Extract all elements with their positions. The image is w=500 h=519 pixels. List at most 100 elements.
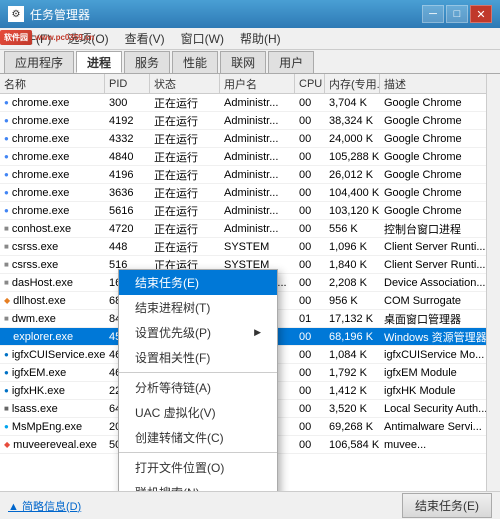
ctx-priority[interactable]: 设置优先级(P)▶ [119,320,277,345]
col-header-cpu[interactable]: CPU [295,74,325,93]
ctx-end-tree[interactable]: 结束进程树(T) [119,295,277,320]
title-controls[interactable]: ─ □ ✕ [422,5,492,23]
tab-processes[interactable]: 进程 [76,51,122,73]
process-name-text: dllhost.exe [13,295,66,307]
col-header-status[interactable]: 状态 [150,74,220,93]
process-desc: Google Chrome [380,148,500,165]
tab-services[interactable]: 服务 [124,51,170,73]
process-desc: igfxHK Module [380,382,500,399]
ctx-search-online[interactable]: 联机搜索(N) [119,480,277,491]
ctx-affinity[interactable]: 设置相关性(F) [119,345,277,370]
process-pid: 3636 [105,184,150,201]
col-header-mem[interactable]: 内存(专用... [325,74,380,93]
process-pid: 448 [105,238,150,255]
end-task-button[interactable]: 结束任务(E) [402,493,492,518]
process-icon: ● [4,350,9,359]
col-header-pid[interactable]: PID [105,74,150,93]
process-user: Administr... [220,220,295,237]
process-mem: 1,792 K [325,364,380,381]
process-cpu: 00 [295,256,325,273]
process-cpu: 00 [295,292,325,309]
title-bar-left: ⚙ 任务管理器 [8,6,90,23]
process-name-text: chrome.exe [12,133,69,145]
submenu-arrow: ▶ [254,327,261,338]
tab-performance[interactable]: 性能 [172,51,218,73]
process-icon: ● [4,188,9,197]
process-user: Administr... [220,130,295,147]
process-mem: 68,196 K [325,328,380,345]
col-header-user[interactable]: 用户名 [220,74,295,93]
process-cpu: 01 [295,310,325,327]
ctx-uac[interactable]: UAC 虚拟化(V) [119,400,277,425]
process-icon: ● [4,206,9,215]
table-row[interactable]: ● chrome.exe 300 正在运行 Administr... 00 3,… [0,94,500,112]
process-mem: 956 K [325,292,380,309]
menu-help[interactable]: 帮助(H) [232,28,289,49]
ctx-dump[interactable]: 创建转储文件(C) [119,425,277,450]
table-row[interactable]: ■ csrss.exe 448 正在运行 SYSTEM 00 1,096 K C… [0,238,500,256]
process-name-text: conhost.exe [12,223,71,235]
process-user: Administr... [220,184,295,201]
process-cpu: 00 [295,184,325,201]
table-row[interactable]: ● chrome.exe 4840 正在运行 Administr... 00 1… [0,148,500,166]
ctx-analyze[interactable]: 分析等待链(A) [119,375,277,400]
process-icon: ● [4,152,9,161]
table-row[interactable]: ● chrome.exe 4196 正在运行 Administr... 00 2… [0,166,500,184]
ctx-open-location[interactable]: 打开文件位置(O) [119,455,277,480]
process-name: ● chrome.exe [0,166,105,183]
table-row[interactable]: ● chrome.exe 5616 正在运行 Administr... 00 1… [0,202,500,220]
process-name-text: chrome.exe [12,205,69,217]
table-row[interactable]: ■ conhost.exe 4720 正在运行 Administr... 00 … [0,220,500,238]
process-name-text: igfxCUIService.exe [12,349,105,361]
minimize-button[interactable]: ─ [422,5,444,23]
scrollbar[interactable] [486,74,500,491]
process-status: 正在运行 [150,148,220,165]
tab-applications[interactable]: 应用程序 [4,51,74,73]
process-name: ■ csrss.exe [0,256,105,273]
window-title: 任务管理器 [30,6,90,23]
menu-file[interactable]: 文件(F) [4,28,59,49]
process-icon: ◆ [4,296,10,305]
process-icon: ■ [4,278,9,287]
process-mem: 3,520 K [325,400,380,417]
process-user: Administr... [220,94,295,111]
process-mem: 556 K [325,220,380,237]
process-name: ■ dwm.exe [0,310,105,327]
process-icon: ■ [4,404,9,413]
process-cpu: 00 [295,418,325,435]
process-name: ● igfxHK.exe [0,382,105,399]
table-row[interactable]: ● chrome.exe 3636 正在运行 Administr... 00 1… [0,184,500,202]
process-desc: 控制台窗口进程 [380,220,500,237]
process-icon: ◆ [4,332,10,341]
process-name: ● igfxCUIService.exe [0,346,105,363]
process-desc: Google Chrome [380,184,500,201]
process-desc: Device Association... [380,274,500,291]
process-mem: 69,268 K [325,418,380,435]
table-row[interactable]: ● chrome.exe 4192 正在运行 Administr... 00 3… [0,112,500,130]
simple-info-link[interactable]: ▲ 简略信息(D) [8,498,81,514]
table-row[interactable]: ● chrome.exe 4332 正在运行 Administr... 00 2… [0,130,500,148]
title-bar: ⚙ 任务管理器 ─ □ ✕ [0,0,500,28]
tab-users[interactable]: 用户 [268,51,314,73]
process-cpu: 00 [295,328,325,345]
ctx-end-task[interactable]: 结束任务(E) [119,270,277,295]
process-status: 正在运行 [150,112,220,129]
process-pid: 4720 [105,220,150,237]
col-header-name[interactable]: 名称 [0,74,105,93]
process-mem: 105,288 K [325,148,380,165]
process-name: ● chrome.exe [0,112,105,129]
process-mem: 1,840 K [325,256,380,273]
process-user: Administr... [220,202,295,219]
menu-view[interactable]: 查看(V) [117,28,173,49]
close-button[interactable]: ✕ [470,5,492,23]
menu-options[interactable]: 选项(O) [59,28,116,49]
tab-network[interactable]: 联网 [220,51,266,73]
process-name-text: csrss.exe [12,259,58,271]
process-name: ◆ dllhost.exe [0,292,105,309]
process-user: Administr... [220,166,295,183]
process-user: Administr... [220,112,295,129]
process-name-text: muveereveal.exe [13,439,97,451]
maximize-button[interactable]: □ [446,5,468,23]
menu-window[interactable]: 窗口(W) [173,28,232,49]
col-header-desc[interactable]: 描述 [380,74,500,93]
